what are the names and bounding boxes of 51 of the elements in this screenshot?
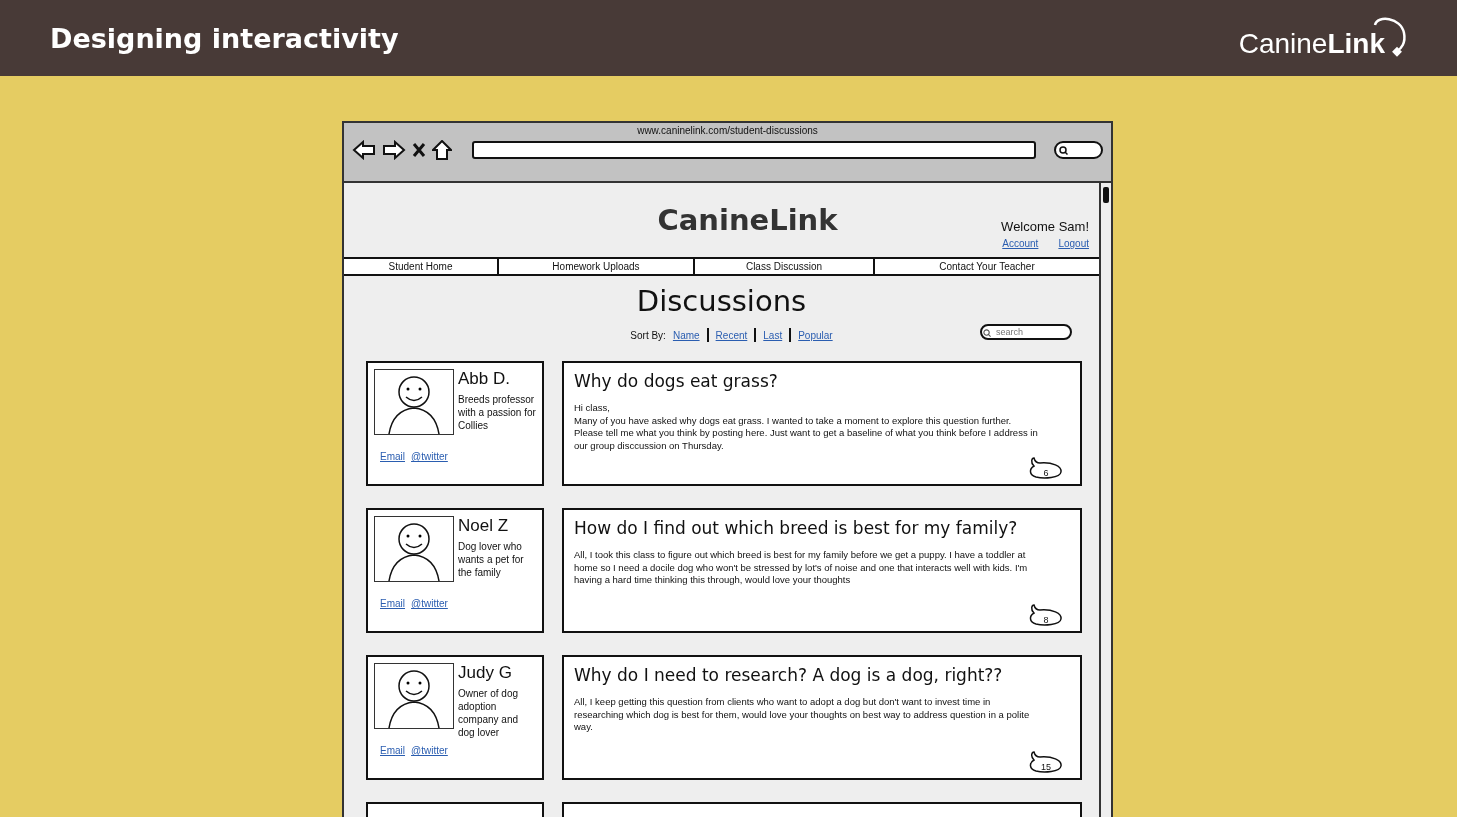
slide-title: Designing interactivity: [50, 22, 399, 54]
contact-link[interactable]: @twitter: [411, 451, 448, 462]
contact-link[interactable]: @twitter: [411, 598, 448, 609]
contact-link[interactable]: Email: [380, 745, 405, 756]
sort-link[interactable]: Last: [763, 329, 783, 341]
sort-link[interactable]: Recent: [715, 329, 748, 341]
sort-label: Sort By:: [630, 329, 666, 341]
nav-tab[interactable]: Homework Uploads: [499, 259, 695, 274]
author-name: Noel Z: [458, 516, 510, 536]
author-name: Abb D.: [458, 369, 511, 389]
site-title: CanineLink: [656, 203, 838, 237]
close-icon[interactable]: [412, 142, 426, 158]
logo: CanineLink: [1238, 15, 1407, 61]
post-body: Hi class, Many of you have asked why dogs eat grass. I wanted to take a moment to explore this question further. Please tell me what you think by posting here. Just want to get a baseline of what you think before I address in our group disccussion on Thursday.: [574, 402, 1039, 452]
nav-tab[interactable]: Contact Your Teacher: [875, 259, 1099, 274]
url-text: www.caninelink.com/student-discussions: [637, 125, 818, 136]
post-body: All, I keep getting this question from clients who want to adopt a dog but don't want to invest time in researching which dog is best for them, would love your thoughts on best way to address question in a polite way.: [574, 696, 1031, 734]
author-bio: Owner of dog adoption company and dog lover: [458, 687, 520, 739]
post-title: Why do I need to research? A dog is a dog, right??: [574, 665, 1004, 685]
avatar-icon: [374, 663, 454, 729]
post-title: How do I find out which breed is best for my family?: [574, 518, 1019, 538]
sort-link[interactable]: Popular: [798, 329, 833, 341]
avatar-icon: [374, 369, 454, 435]
author-bio: Dog lover who wants a pet for the family: [458, 540, 525, 579]
address-field[interactable]: [472, 141, 1036, 159]
forward-icon[interactable]: [382, 140, 406, 160]
reply-count[interactable]: 15: [1028, 750, 1064, 774]
home-icon[interactable]: [432, 140, 452, 160]
nav-tab[interactable]: Class Discussion: [695, 259, 875, 274]
contact-link[interactable]: Email: [380, 451, 405, 462]
scrollbar[interactable]: [1099, 183, 1111, 817]
account-link[interactable]: Account: [1002, 238, 1039, 249]
author-bio: Breeds professor with a passion for Collies: [458, 393, 536, 432]
account-link[interactable]: Logout: [1058, 238, 1089, 249]
back-icon[interactable]: [352, 140, 376, 160]
sort-link[interactable]: Name: [672, 329, 700, 341]
nav-tab[interactable]: Student Home: [344, 259, 499, 274]
search-field[interactable]: search: [980, 324, 1072, 340]
search-icon: [983, 329, 991, 337]
contact-link[interactable]: Email: [380, 598, 405, 609]
search-icon: [1059, 145, 1068, 155]
author-name: Judy G: [458, 663, 513, 683]
contact-link[interactable]: @twitter: [411, 745, 448, 756]
post-title: Why do dogs eat grass?: [574, 371, 779, 391]
reply-count[interactable]: 8: [1028, 603, 1064, 627]
page-heading: Discussions: [635, 284, 808, 318]
welcome-text: Welcome Sam!: [1001, 219, 1089, 234]
reply-count[interactable]: 6: [1028, 456, 1064, 480]
avatar-icon: [374, 516, 454, 582]
browser-search-field[interactable]: [1054, 141, 1103, 159]
post-body: All, I took this class to figure out which breed is best for my family before we get a puppy. I have a toddler at home so I need a docile dog who won't be stressed by lot's of noise and one that interacts well with kids. I'm having a hard time thinking this through, would love your thoughts: [574, 549, 1029, 587]
